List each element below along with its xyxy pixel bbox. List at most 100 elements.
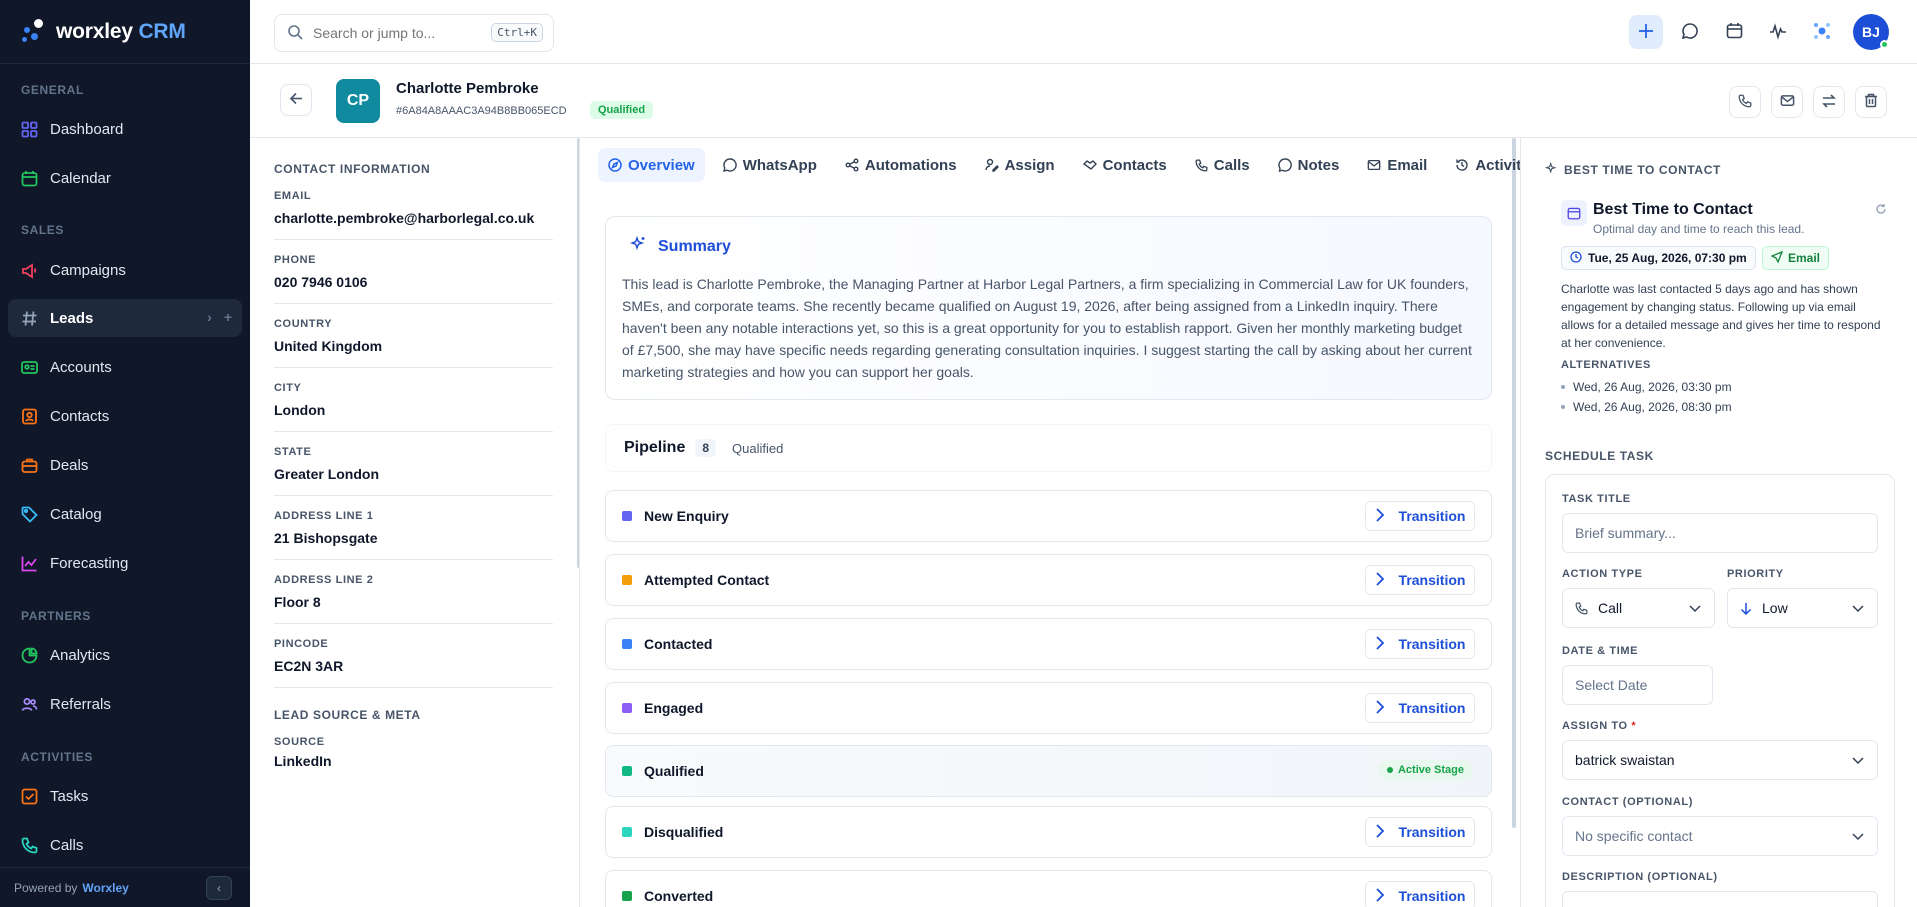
sidebar-footer: Powered by Worxley ‹ [0,867,250,907]
user-avatar[interactable]: BJ [1853,14,1889,50]
sidebar-item-leads[interactable]: Leads › + [8,299,242,337]
email-lead-button[interactable] [1771,86,1803,118]
calendar-button[interactable] [1717,15,1751,49]
nav-section-general: GENERAL [21,83,84,97]
task-title-input[interactable]: Brief summary... [1562,513,1878,553]
pipeline-header: Pipeline 8 Qualified [605,424,1492,472]
chevron-right-icon[interactable]: › [207,309,212,325]
search-box[interactable]: Ctrl+K [274,14,554,52]
transfer-lead-button[interactable] [1813,86,1845,118]
best-channel-chip: Email [1762,246,1830,270]
priority-select[interactable]: Low [1727,588,1878,628]
sidebar-item-label: Campaigns [50,261,126,279]
add-lead-icon[interactable]: + [224,309,232,325]
field-country: COUNTRY United Kingdom [274,304,553,368]
arrow-down-icon [1740,602,1752,615]
stage-color-dot [622,703,632,713]
sidebar-item-contacts[interactable]: Contacts [8,397,242,435]
lead-header: CP Charlotte Pembroke #6A84A8AAAC3A94B8B… [250,64,1917,138]
transition-button[interactable]: Transition [1365,501,1475,531]
summary-text: This lead is Charlotte Pembroke, the Man… [622,276,1472,380]
contact-info-title: CONTACT INFORMATION [274,162,431,176]
transition-button[interactable]: Transition [1365,629,1475,659]
tab-notes[interactable]: Notes [1268,148,1350,182]
action-type-select[interactable]: Call [1562,588,1715,628]
messages-button[interactable] [1673,15,1707,49]
date-time-picker[interactable]: Select Date [1562,665,1713,705]
content-scrollbar[interactable] [1512,138,1516,828]
delete-lead-button[interactable] [1855,86,1887,118]
field-source: SOURCE LinkedIn [274,736,332,769]
lead-id: #6A84A8AAAC3A94B8BB065ECD [396,105,567,117]
sidebar-item-referrals[interactable]: Referrals [8,685,242,723]
clock-icon [1570,250,1582,266]
tab-overview[interactable]: Overview [598,148,705,182]
tab-activity[interactable]: Activity [1445,148,1520,182]
powered-by-link[interactable]: Worxley [82,881,128,895]
sidebar-item-calls[interactable]: Calls [8,826,242,864]
sidebar-item-label: Dashboard [50,120,124,138]
sidebar-item-campaigns[interactable]: Campaigns [8,251,242,289]
description-textarea[interactable] [1562,891,1878,907]
transition-button[interactable]: Transition [1365,881,1475,907]
sidebar-item-analytics[interactable]: Analytics [8,636,242,674]
handshake-icon [1082,158,1097,172]
call-lead-button[interactable] [1729,86,1761,118]
history-icon [1455,158,1469,172]
tab-whatsapp[interactable]: WhatsApp [713,148,827,182]
transition-button[interactable]: Transition [1365,693,1475,723]
stage-color-dot [622,766,632,776]
sidebar-item-tasks[interactable]: Tasks [8,777,242,815]
lead-name: Charlotte Pembroke [396,80,539,97]
pipeline-stage-disqualified: Disqualified Transition [605,806,1492,858]
collapse-sidebar-button[interactable]: ‹ [206,876,232,900]
transition-button[interactable]: Transition [1365,817,1475,847]
lead-main-content: Overview WhatsApp Automations Assign Con… [580,138,1520,907]
sidebar-item-label: Calls [50,836,84,854]
summary-title: Summary [658,237,731,255]
sidebar-item-accounts[interactable]: Accounts [8,348,242,386]
phone-icon [1195,158,1208,172]
brand[interactable]: worxley CRM [0,0,250,64]
sidebar-item-catalog[interactable]: Catalog [8,495,242,533]
phone-value[interactable]: 020 7946 0106 [274,273,553,291]
sidebar-item-forecasting[interactable]: Forecasting [8,544,242,582]
status-badge: Qualified [590,101,654,119]
tab-contacts[interactable]: Contacts [1073,148,1177,182]
active-stage-badge: Active Stage [1377,760,1473,780]
activity-button[interactable] [1761,15,1795,49]
assign-to-select[interactable]: batrick swaistan [1562,740,1878,780]
search-input[interactable] [313,25,473,41]
phone-icon [1738,94,1752,111]
pie-chart-icon [20,646,38,664]
refresh-icon[interactable] [1875,202,1887,218]
chevron-down-icon [1851,753,1865,770]
back-button[interactable] [280,84,312,116]
grid-icon [20,120,38,138]
tab-email[interactable]: Email [1357,148,1437,182]
contact-info-panel: CONTACT INFORMATION EMAIL charlotte.pemb… [250,138,580,907]
sidebar-item-label: Accounts [50,358,112,376]
sidebar-item-label: Contacts [50,407,110,425]
lead-avatar: CP [336,79,380,123]
sidebar-item-deals[interactable]: Deals [8,446,242,484]
transition-button[interactable]: Transition [1365,565,1475,595]
speech-bubble-icon [1277,158,1292,172]
tab-calls[interactable]: Calls [1185,148,1260,182]
contact-select[interactable]: No specific contact [1562,816,1878,856]
email-value[interactable]: charlotte.pembroke@harborlegal.co.uk [274,209,553,227]
tag-icon [20,505,38,523]
field-address-line-1: ADDRESS LINE 1 21 Bishopsgate [274,496,553,560]
sidebar-item-calendar[interactable]: Calendar [8,159,242,197]
ai-assistant-button[interactable] [1805,15,1839,49]
chat-icon [1681,22,1699,43]
stage-color-dot [622,827,632,837]
sidebar-item-dashboard[interactable]: Dashboard [8,110,242,148]
plus-icon [1637,22,1655,43]
create-button[interactable] [1629,15,1663,49]
tab-assign[interactable]: Assign [975,148,1065,182]
best-time-explanation: Charlotte was last contacted 5 days ago … [1561,282,1881,350]
checkbox-icon [20,787,38,805]
tab-automations[interactable]: Automations [835,148,967,182]
best-time-subtitle: Optimal day and time to reach this lead. [1593,222,1805,236]
